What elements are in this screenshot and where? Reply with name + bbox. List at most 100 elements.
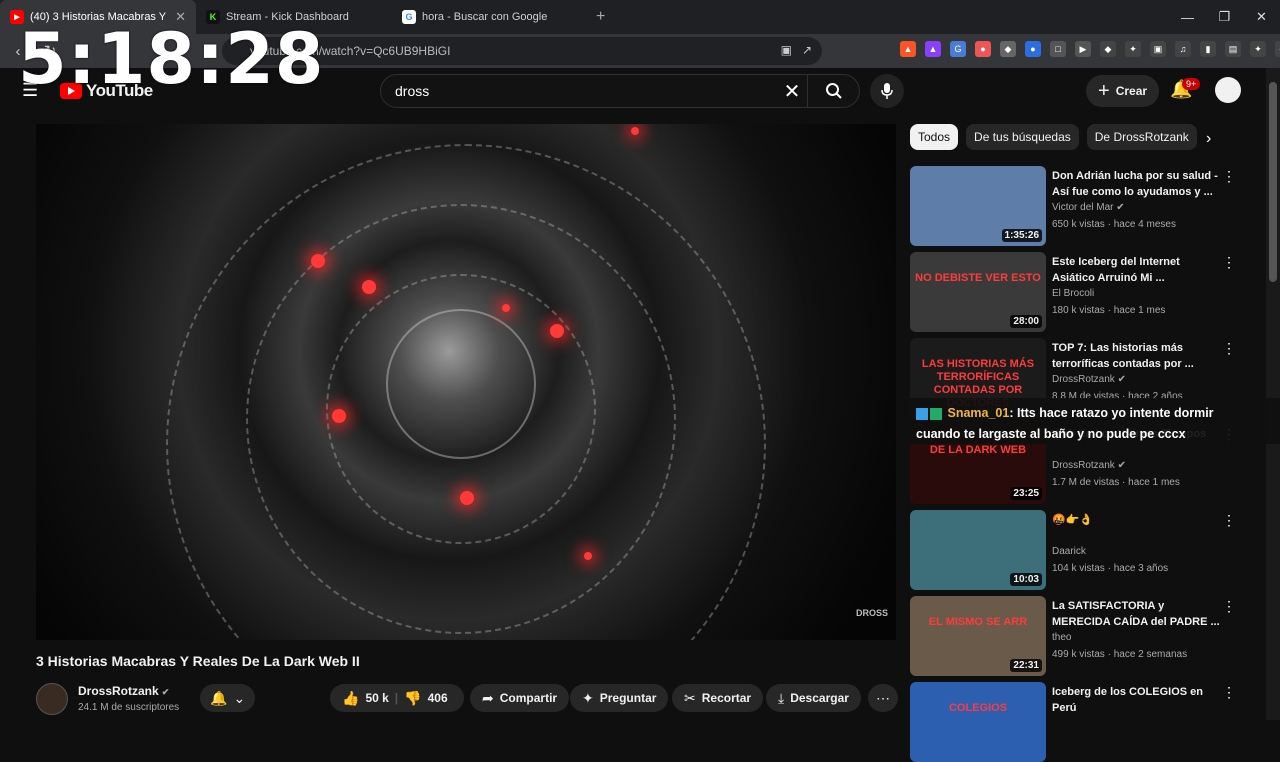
channel-name-text: DrossRotzank	[78, 684, 159, 698]
tab-title: hora - Buscar con Google	[422, 11, 548, 23]
share-button[interactable]: ➦ Compartir	[470, 684, 570, 712]
recommendation-title[interactable]: La SATISFACTORIA y MERECIDA CAÍDA del PA…	[1052, 598, 1220, 630]
recommendation-channel[interactable]: Victor del Mar ✔	[1052, 202, 1125, 213]
cast-icon[interactable]: ▣	[781, 43, 792, 57]
recommendation-title[interactable]: 🤬👉👌	[1052, 512, 1220, 528]
dislike-icon[interactable]: 👎	[404, 690, 421, 707]
search-input[interactable]: dross	[395, 83, 777, 99]
voice-search-button[interactable]	[870, 74, 904, 108]
chevron-down-icon: ⌄	[233, 689, 246, 706]
extension-video-icon[interactable]: ▶	[1075, 41, 1091, 57]
notification-badge: 9+	[1182, 78, 1201, 90]
duration-badge: 10:03	[1010, 573, 1042, 586]
video-player[interactable]: DROSS	[36, 124, 896, 640]
download-label: Descargar	[790, 691, 849, 705]
clip-button[interactable]: ✂ Recortar	[672, 684, 764, 712]
google-favicon-icon: G	[402, 10, 416, 24]
sidebar-icon[interactable]: ▮	[1200, 41, 1216, 57]
extension-blue-icon[interactable]: ●	[1025, 41, 1041, 57]
scrollbar-thumb[interactable]	[1269, 82, 1277, 282]
channel-name[interactable]: DrossRotzank ✔	[78, 684, 169, 698]
chip-from-searches[interactable]: De tus búsquedas	[966, 124, 1079, 150]
like-icon[interactable]: 👍	[342, 690, 359, 707]
extension-diamond-icon[interactable]: ◆	[1100, 41, 1116, 57]
translate-icon[interactable]: G	[950, 41, 966, 57]
recommendation-channel[interactable]: DrossRotzank ✔	[1052, 374, 1126, 385]
duration-badge: 1:35:26	[1001, 229, 1042, 242]
page-scrollbar[interactable]	[1266, 68, 1280, 720]
chevron-right-icon[interactable]: ›	[1206, 130, 1211, 148]
download-button[interactable]: ⤓ Descargar	[766, 684, 861, 712]
extension-box-icon[interactable]: ▣	[1150, 41, 1166, 57]
recommendation-meta: 1.7 M de vistas · hace 1 mes	[1052, 477, 1180, 488]
recommendation-title[interactable]: Iceberg de los COLEGIOS en Perú	[1052, 684, 1220, 716]
extension-shield-icon[interactable]: ◆	[1000, 41, 1016, 57]
recommendation-title[interactable]: TOP 7: Las historias más terroríficas co…	[1052, 340, 1220, 372]
close-window-icon[interactable]: ✕	[1243, 0, 1280, 34]
video-thumbnail[interactable]: NO DEBISTE VER ESTO 28:00	[910, 252, 1046, 332]
brave-shields-icon[interactable]: ▲	[900, 41, 916, 57]
recommendation-meta: 104 k vistas · hace 3 años	[1052, 563, 1169, 574]
new-tab-icon[interactable]: +	[596, 8, 605, 26]
recommendation-title[interactable]: Este Iceberg del Internet Asiático Arrui…	[1052, 254, 1220, 286]
verified-icon: ✔	[1113, 202, 1125, 213]
minimize-icon[interactable]: —	[1169, 0, 1206, 34]
search-button[interactable]	[807, 74, 859, 108]
maximize-icon[interactable]: ❐	[1206, 0, 1243, 34]
chip-all[interactable]: Todos	[910, 124, 959, 150]
red-light	[460, 491, 474, 505]
recommendation-channel[interactable]: Daarick	[1052, 546, 1086, 557]
share-page-icon[interactable]: ↗	[802, 43, 812, 57]
recommendation-channel[interactable]: DrossRotzank ✔	[1052, 460, 1126, 471]
video-title: 3 Historias Macabras Y Reales De La Dark…	[36, 653, 360, 669]
recommendation-title[interactable]: Don Adrián lucha por su salud - Así fue …	[1052, 168, 1220, 200]
more-horizontal-icon: ⋯	[876, 689, 890, 706]
thumbnail-text: COLEGIOS	[948, 702, 1008, 714]
extension-doc-icon[interactable]: □	[1050, 41, 1066, 57]
more-vertical-icon[interactable]: ⋮	[1222, 254, 1236, 271]
rewards-icon[interactable]: ▲	[925, 41, 941, 57]
channel-avatar[interactable]	[36, 683, 68, 715]
dislike-count[interactable]: 406	[428, 691, 448, 705]
recommendation-item[interactable]: NO DEBISTE VER ESTO 28:00 Este Iceberg del…	[910, 252, 1240, 332]
more-actions-button[interactable]: ⋯	[868, 684, 898, 712]
recommendation-item[interactable]: 1:35:26 Don Adrián lucha por su salud - A…	[910, 166, 1240, 246]
like-count[interactable]: 50 k	[365, 691, 388, 705]
ask-label: Preguntar	[599, 691, 657, 705]
more-vertical-icon[interactable]: ⋮	[1222, 168, 1236, 185]
recommendation-channel-name: theo	[1052, 632, 1072, 643]
browser-tab[interactable]: Ghora - Buscar con Google	[392, 0, 588, 34]
create-button[interactable]: + Crear	[1086, 75, 1160, 107]
more-vertical-icon[interactable]: ⋮	[1222, 598, 1236, 615]
red-light	[311, 254, 325, 268]
red-light	[502, 304, 510, 312]
ask-button[interactable]: ✦ Preguntar	[570, 684, 669, 712]
recommendation-channel[interactable]: El Brocoli	[1052, 288, 1094, 299]
extension-fire-icon[interactable]: ●	[975, 41, 991, 57]
search-box[interactable]: dross ✕	[380, 74, 860, 108]
video-thumbnail[interactable]: EL MISMO SE ARR 22:31	[910, 596, 1046, 676]
media-music-icon[interactable]: ♫	[1175, 41, 1191, 57]
video-thumbnail[interactable]: 1:35:26	[910, 166, 1046, 246]
recommendation-item[interactable]: COLEGIOS Iceberg de los COLEGIOS en Perú ⋮	[910, 682, 1240, 762]
recommendation-item[interactable]: 10:03 🤬👉👌 Daarick 104 k vistas · hace 3 año…	[910, 510, 1240, 590]
leo-ai-icon[interactable]: ✦	[1250, 41, 1266, 57]
chat-username: Snama_01	[947, 406, 1010, 420]
more-vertical-icon[interactable]: ⋮	[1222, 512, 1236, 529]
red-light	[631, 127, 639, 135]
wallet-icon[interactable]: ▤	[1225, 41, 1241, 57]
clear-search-icon[interactable]: ✕	[777, 79, 807, 104]
more-vertical-icon[interactable]: ⋮	[1222, 340, 1236, 357]
recommendation-channel[interactable]: theo	[1052, 632, 1071, 643]
recommendation-item[interactable]: EL MISMO SE ARR 22:31 La SATISFACTORIA y M…	[910, 596, 1240, 676]
subscribed-bell-button[interactable]: 🔔 ⌄	[200, 684, 256, 712]
video-thumbnail[interactable]: COLEGIOS	[910, 682, 1046, 762]
chip-from-channel[interactable]: De DrossRotzank	[1086, 124, 1197, 150]
extensions-puzzle-icon[interactable]: ✦	[1125, 41, 1141, 57]
verified-icon: ✔	[1114, 374, 1126, 385]
account-avatar[interactable]	[1215, 77, 1241, 103]
more-vertical-icon[interactable]: ⋮	[1222, 684, 1236, 701]
recommendation-meta: 180 k vistas · hace 1 mes	[1052, 305, 1166, 316]
video-thumbnail[interactable]: 10:03	[910, 510, 1046, 590]
vpn-icon[interactable]: ◈	[1275, 41, 1280, 57]
